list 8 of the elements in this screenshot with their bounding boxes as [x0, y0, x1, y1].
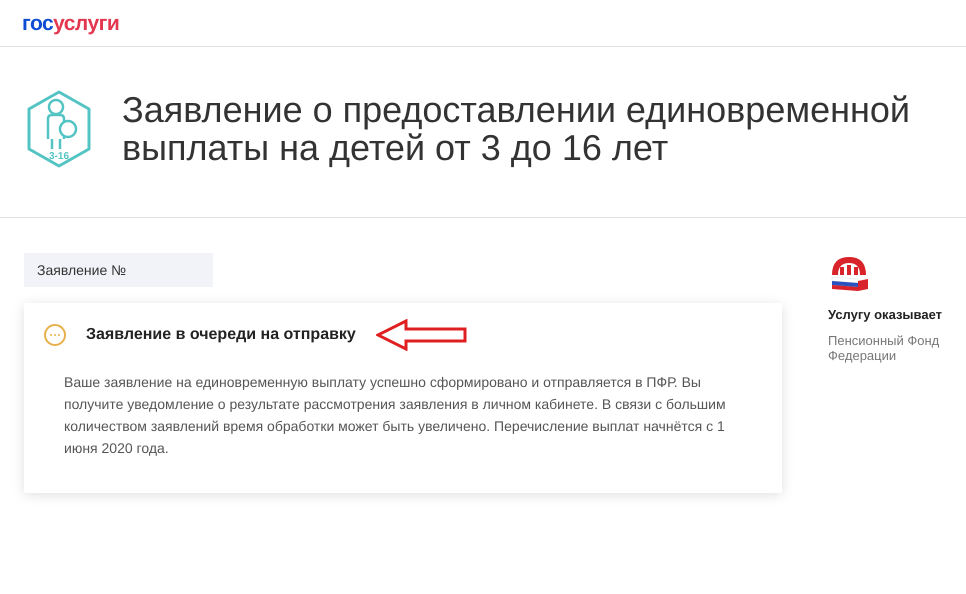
application-number-label: Заявление №	[24, 253, 213, 287]
provider-name-line: Пенсионный Фонд	[828, 332, 940, 348]
status-description: Ваше заявление на единовременную выплату успешно сформировано и отправляется в ПФР. Вы получите уведомление о результате рассмотрения заявления в личном кабинете. В связи с большим количеством заявлений время обработки может быть увеличено. Перечисление выплат начнётся с 1 июня 2020 года.	[63, 373, 727, 458]
status-title: Заявление в очереди на отправку	[86, 325, 356, 345]
page-title: Заявление о предоставлении единовременной выплаты на детей от 3 до 16 лет	[122, 91, 912, 167]
provider-heading: Услугу оказывает	[828, 306, 942, 324]
logo[interactable]: госуслуги	[22, 12, 120, 34]
provider-name-line: Федерации	[828, 348, 898, 362]
